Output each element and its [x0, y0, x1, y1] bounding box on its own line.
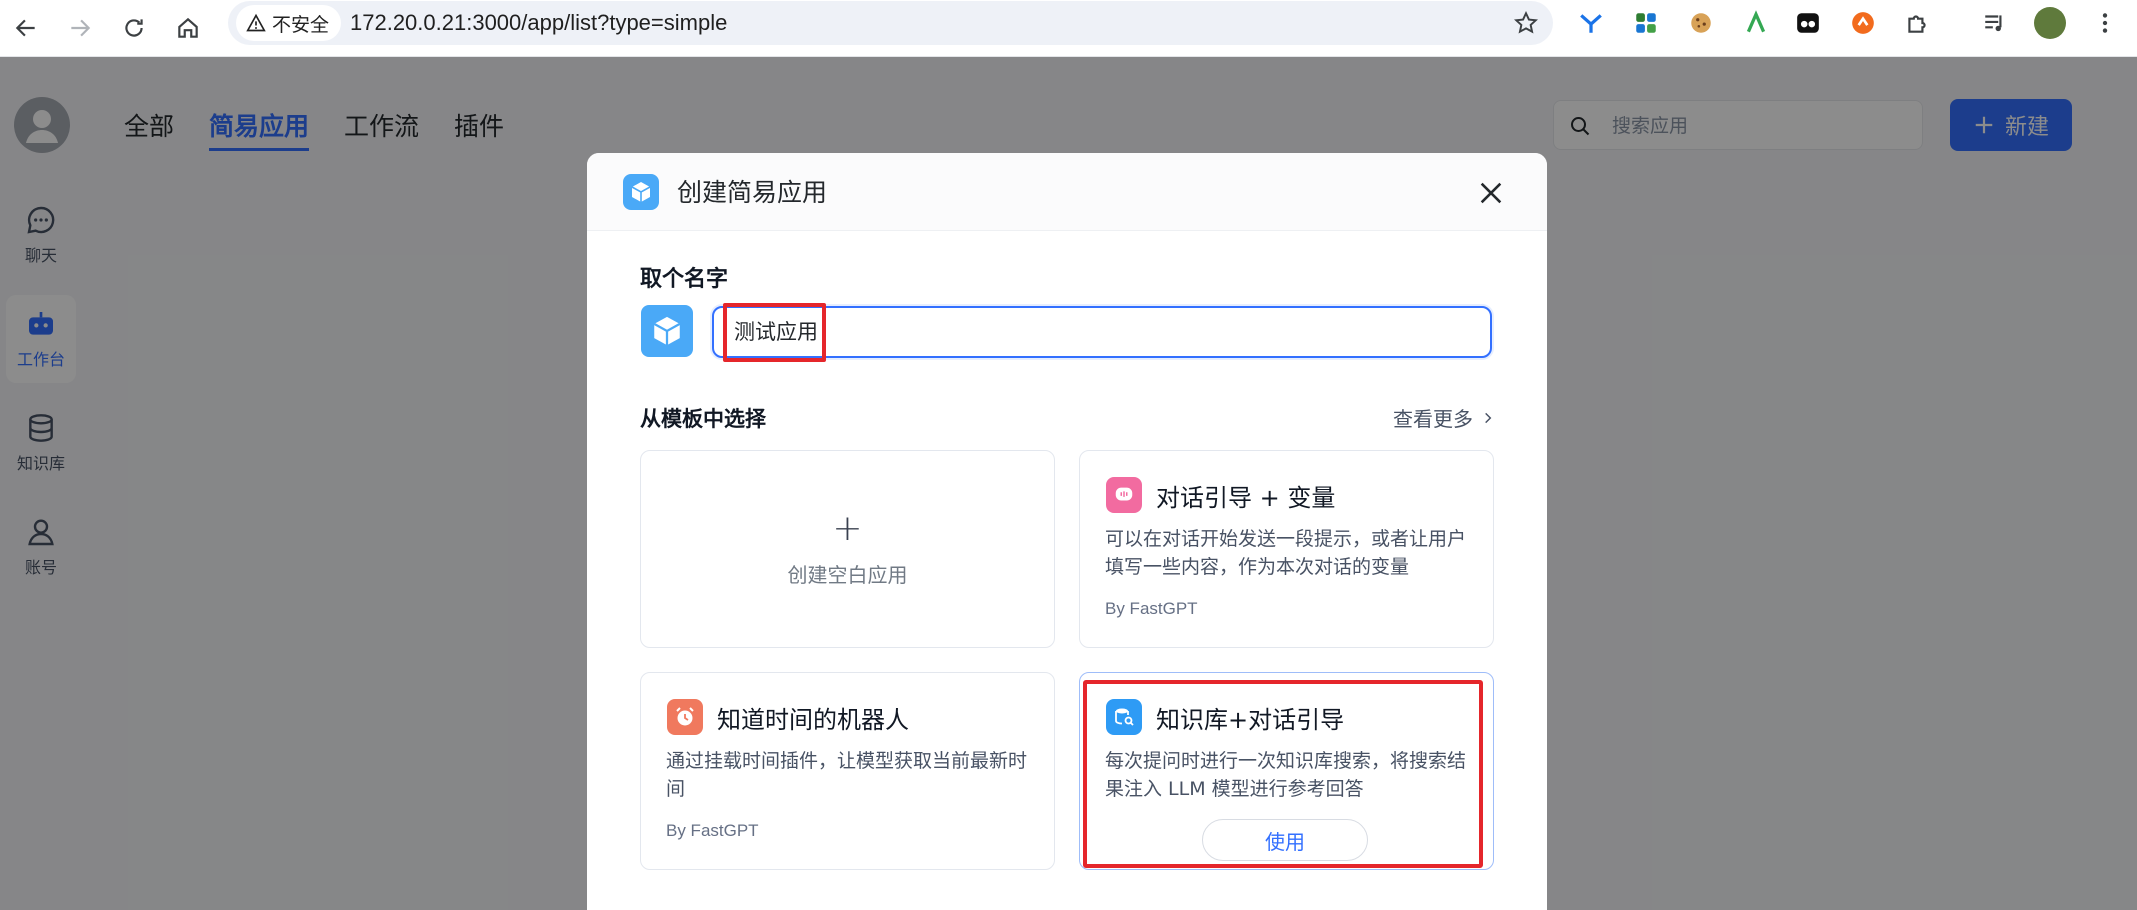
card-title-row: 知道时间的机器人 [667, 699, 909, 735]
template-card[interactable]: 对话引导 + 变量 可以在对话开始发送一段提示，或者让用户填写一些内容，作为本次… [1079, 450, 1494, 648]
warning-icon [246, 13, 266, 32]
security-chip[interactable]: 不安全 [236, 5, 342, 41]
cube-icon [653, 316, 681, 346]
home-icon[interactable] [166, 6, 210, 50]
cube-icon [623, 174, 659, 210]
address-bar[interactable]: 不安全 172.20.0.21:3000/app/list?type=simpl… [228, 1, 1553, 45]
name-label: 取个名字 [640, 267, 729, 292]
puzzle-icon[interactable] [1900, 6, 1934, 40]
reload-icon[interactable] [112, 6, 156, 50]
highlight-box [723, 303, 826, 362]
see-more-label: 查看更多 [1393, 407, 1473, 431]
cookie-icon[interactable] [1684, 6, 1718, 40]
app-name-input[interactable]: 测试应用 [712, 306, 1492, 358]
profile-avatar[interactable] [2033, 6, 2067, 40]
url-text[interactable]: 172.20.0.21:3000/app/list?type=simple [350, 1, 727, 45]
highlight-box [1083, 680, 1483, 868]
chat-bubble-icon [1106, 477, 1142, 513]
card-description: 通过挂载时间插件，让模型获取当前最新时间 [666, 750, 1028, 800]
forward-icon[interactable] [58, 6, 102, 50]
blank-app-card[interactable]: + 创建空白应用 [640, 450, 1055, 648]
modal-title: 创建简易应用 [677, 178, 828, 207]
template-label: 从模板中选择 [640, 407, 766, 431]
card-title: 对话引导 + 变量 [1156, 483, 1336, 512]
card-author: By FastGPT [1105, 599, 1198, 618]
alarm-clock-icon [667, 699, 703, 735]
media-icon[interactable] [1791, 6, 1825, 40]
browser-toolbar: 不安全 172.20.0.21:3000/app/list?type=simpl… [0, 0, 2137, 57]
back-icon[interactable] [4, 6, 48, 50]
card-description: 可以在对话开始发送一段提示，或者让用户填写一些内容，作为本次对话的变量 [1105, 528, 1467, 578]
blank-card-label: 创建空白应用 [787, 562, 908, 587]
android-icon[interactable] [1739, 6, 1773, 40]
sync-icon[interactable] [1846, 6, 1880, 40]
app-avatar-picker[interactable] [641, 305, 693, 357]
close-icon[interactable] [1477, 179, 1505, 207]
chevron-right-icon [1485, 412, 1492, 423]
card-author: By FastGPT [666, 821, 759, 840]
apps-icon[interactable] [1629, 6, 1663, 40]
security-label: 不安全 [272, 13, 330, 36]
create-app-modal: 创建简易应用 取个名字 测试应用 从模板中选择 查看更多 + 创建空白应用 对话… [587, 153, 1547, 910]
plus-icon: + [832, 507, 863, 549]
media-queue-icon[interactable] [1978, 6, 2012, 40]
bookmark-star-icon[interactable] [1513, 10, 1539, 36]
see-more-link[interactable]: 查看更多 [1393, 403, 1495, 432]
browser-menu-icon[interactable] [2088, 6, 2122, 40]
card-title: 知道时间的机器人 [717, 705, 909, 734]
vscode-icon[interactable] [1574, 6, 1608, 40]
card-title-row: 对话引导 + 变量 [1106, 477, 1335, 513]
modal-header: 创建简易应用 [587, 153, 1547, 231]
template-card[interactable]: 知道时间的机器人 通过挂载时间插件，让模型获取当前最新时间 By FastGPT [640, 672, 1055, 870]
